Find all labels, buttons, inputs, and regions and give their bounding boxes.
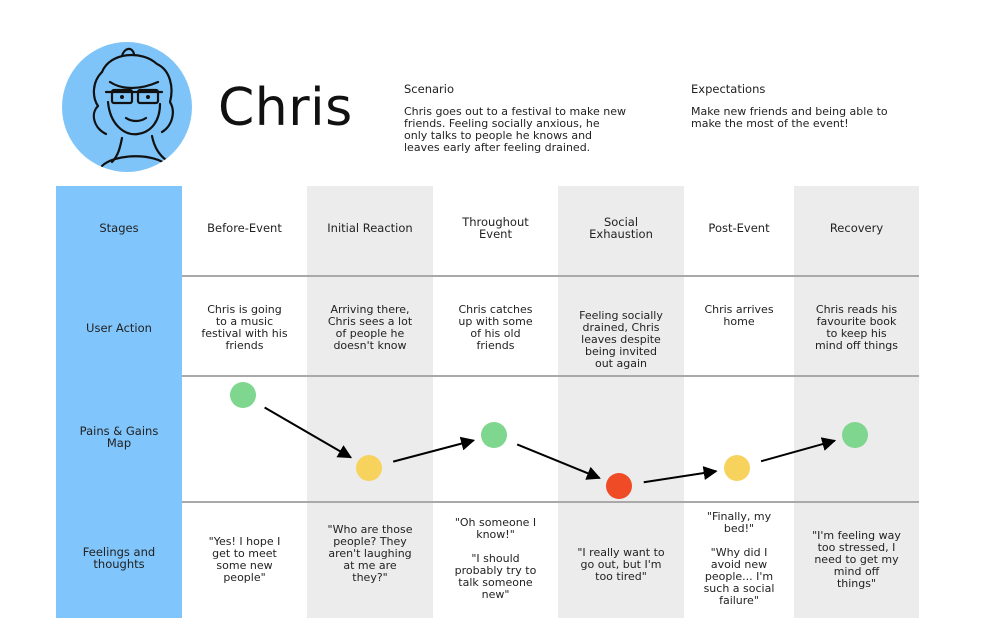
transition-arrow	[760, 437, 837, 463]
journey-map: Stages User Action Pains & Gains Map Fee…	[56, 186, 919, 618]
mood-dot-negative	[606, 473, 632, 499]
mood-dot-neutral	[724, 455, 750, 481]
transition-arrow	[264, 406, 353, 459]
feeling-cell: "Yes! I hope I get to meet some new peop…	[208, 535, 281, 584]
scenario-title: Scenario	[404, 82, 454, 96]
persona-avatar-drawing	[92, 47, 174, 168]
mood-dot-neutral	[356, 455, 382, 481]
expectations-text: Make new friends and being able to make …	[691, 105, 888, 130]
feeling-cell: "Oh someone I know!" "I should probably …	[454, 516, 537, 601]
feeling-cell: "Who are those people? They aren't laugh…	[327, 523, 413, 584]
mood-dot-positive	[230, 382, 256, 408]
mood-dot-positive	[842, 422, 868, 448]
feeling-cell: "I really want to go out, but I'm too ti…	[577, 546, 665, 583]
expectations-title: Expectations	[691, 82, 766, 96]
scenario-text: Chris goes out to a festival to make new…	[404, 105, 626, 154]
transition-arrow	[516, 443, 601, 480]
mood-dot-positive	[481, 422, 507, 448]
persona-name: Chris	[218, 78, 353, 138]
persona-avatar-icon	[62, 42, 192, 172]
feeling-cell: "I'm feeling way too stressed, I need to…	[812, 529, 901, 590]
transition-arrow	[392, 436, 476, 463]
feeling-cell: "Finally, my bed!" "Why did I avoid new …	[703, 510, 775, 607]
transition-arrow	[643, 466, 718, 484]
